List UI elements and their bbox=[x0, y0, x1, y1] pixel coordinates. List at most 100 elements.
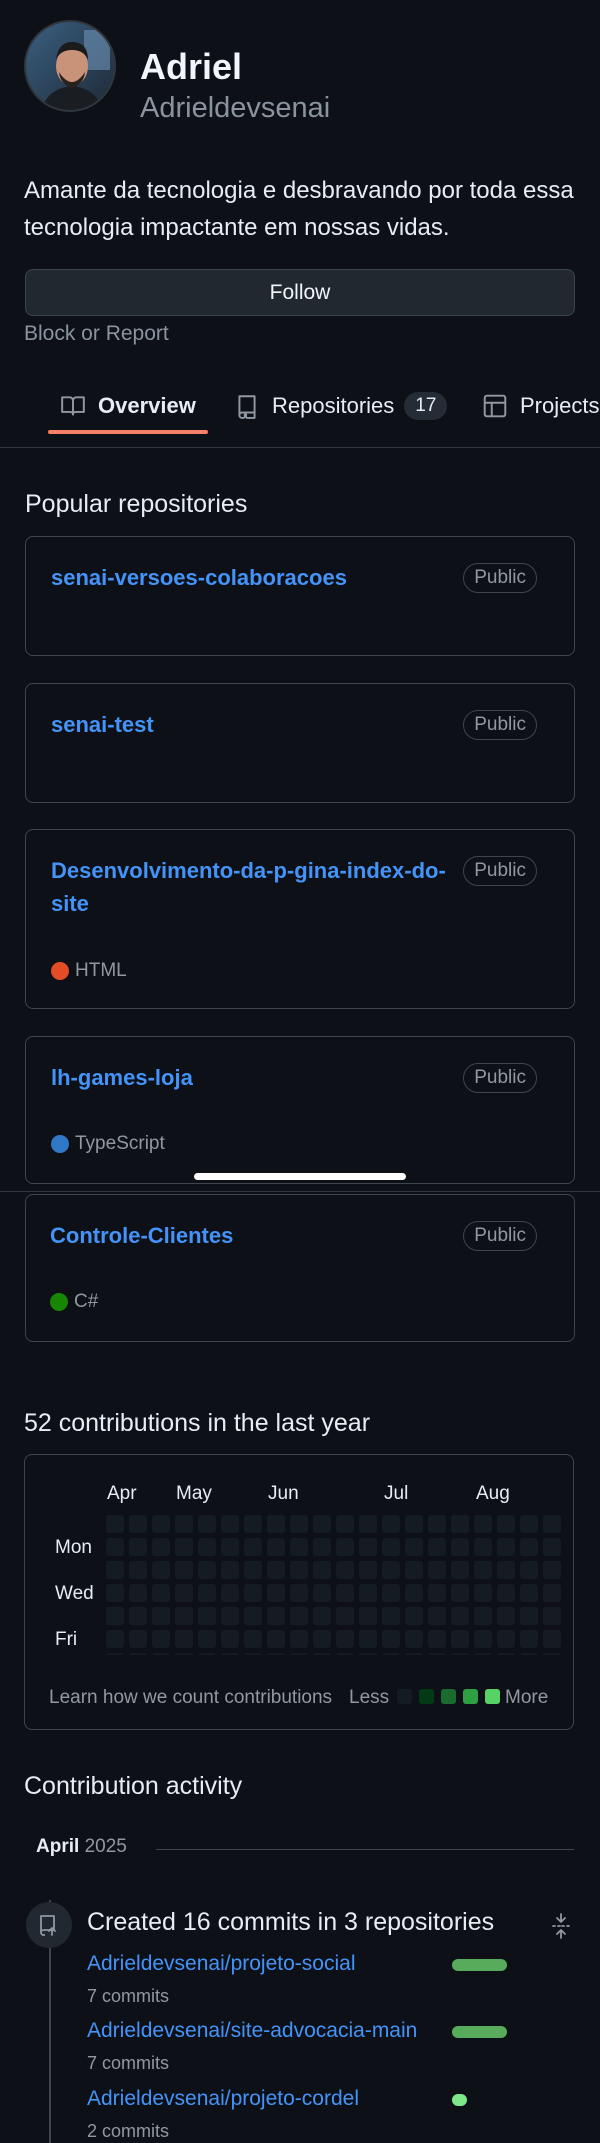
collapse-icon[interactable] bbox=[548, 1912, 574, 1940]
contribution-cell bbox=[313, 1607, 331, 1625]
contribution-cell bbox=[543, 1630, 561, 1648]
contribution-cell bbox=[313, 1630, 331, 1648]
contribution-cell bbox=[382, 1538, 400, 1556]
contribution-cell bbox=[336, 1561, 354, 1579]
activity-commit-count[interactable]: 7 commits bbox=[87, 2053, 169, 2074]
contribution-cell bbox=[290, 1607, 308, 1625]
contribution-cell bbox=[198, 1584, 216, 1602]
profile-bio: Amante da tecnologia e desbravando por t… bbox=[24, 177, 574, 241]
contribution-cell bbox=[244, 1630, 262, 1648]
repo-link[interactable]: senai-test bbox=[51, 708, 471, 741]
contribution-cell bbox=[244, 1653, 262, 1655]
contribution-cells bbox=[106, 1515, 571, 1655]
contribution-cell bbox=[497, 1561, 515, 1579]
repositories-count-badge: 17 bbox=[404, 392, 448, 420]
contribution-cell bbox=[497, 1515, 515, 1533]
contribution-cell bbox=[520, 1515, 538, 1533]
commit-share-bar bbox=[452, 2026, 507, 2038]
language-color-dot bbox=[51, 962, 69, 980]
contribution-cell bbox=[382, 1630, 400, 1648]
commit-share-bar bbox=[452, 1959, 507, 1971]
activity-commit-count[interactable]: 2 commits bbox=[87, 2121, 169, 2142]
month-label: Jul bbox=[384, 1483, 409, 1504]
contribution-cell bbox=[175, 1561, 193, 1579]
contribution-cell bbox=[198, 1653, 216, 1655]
contribution-cell bbox=[152, 1653, 170, 1655]
contribution-graph: Apr May Jun Jul Aug Mon Wed Fri Learn ho… bbox=[24, 1454, 574, 1730]
contribution-cell bbox=[428, 1607, 446, 1625]
contribution-cell bbox=[290, 1584, 308, 1602]
contribution-cell bbox=[106, 1630, 124, 1648]
contribution-cell bbox=[290, 1515, 308, 1533]
tab-overview[interactable]: Overview bbox=[60, 386, 196, 426]
contribution-cell bbox=[313, 1515, 331, 1533]
overlay-divider bbox=[0, 1191, 600, 1192]
activity-repo-link[interactable]: Adrieldevsenai/site-advocacia-main bbox=[87, 2019, 417, 2043]
contribution-cell bbox=[221, 1630, 239, 1648]
activity-repo-link[interactable]: Adrieldevsenai/projeto-cordel bbox=[87, 2087, 359, 2111]
table-icon bbox=[483, 394, 507, 418]
contribution-cell bbox=[129, 1538, 147, 1556]
contribution-cell bbox=[451, 1607, 469, 1625]
contribution-cell bbox=[290, 1561, 308, 1579]
month-label: Jun bbox=[268, 1483, 299, 1504]
contribution-cell bbox=[290, 1630, 308, 1648]
contribution-cell bbox=[313, 1538, 331, 1556]
contribution-cell bbox=[106, 1584, 124, 1602]
contribution-cell bbox=[451, 1584, 469, 1602]
repo-link[interactable]: Desenvolvimento-da-p-gina-index-do-site bbox=[51, 854, 451, 920]
legend-cell bbox=[441, 1689, 456, 1704]
activity-repo-link[interactable]: Adrieldevsenai/projeto-social bbox=[87, 1952, 355, 1976]
contribution-cell bbox=[129, 1515, 147, 1533]
contribution-cell bbox=[198, 1561, 216, 1579]
day-label: Wed bbox=[55, 1583, 94, 1604]
profile-login: Adrieldevsenai bbox=[140, 92, 331, 124]
language-label: TypeScript bbox=[75, 1133, 165, 1154]
visibility-badge: Public bbox=[463, 1063, 537, 1093]
contribution-cell bbox=[520, 1584, 538, 1602]
contribution-cell bbox=[336, 1630, 354, 1648]
contribution-cell bbox=[359, 1653, 377, 1655]
contribution-cell bbox=[451, 1538, 469, 1556]
contribution-cell bbox=[359, 1538, 377, 1556]
repo-link[interactable]: senai-versoes-colaboracoes bbox=[51, 561, 471, 594]
contribution-cell bbox=[405, 1538, 423, 1556]
repo-language: C# bbox=[50, 1291, 98, 1313]
tab-projects[interactable]: Projects bbox=[482, 386, 599, 426]
contribution-cell bbox=[543, 1538, 561, 1556]
contribution-cell bbox=[405, 1561, 423, 1579]
contribution-cell bbox=[152, 1607, 170, 1625]
contribution-cell bbox=[428, 1653, 446, 1655]
repo-card: Desenvolvimento-da-p-gina-index-do-site … bbox=[25, 829, 575, 1009]
block-or-report-link[interactable]: Block or Report bbox=[24, 322, 169, 346]
contribution-cell bbox=[313, 1653, 331, 1655]
legend-cell bbox=[397, 1689, 412, 1704]
language-color-dot bbox=[51, 1135, 69, 1153]
contribution-cell bbox=[152, 1515, 170, 1533]
repo-card: senai-test Public bbox=[25, 683, 575, 803]
contribution-activity-title: Contribution activity bbox=[24, 1772, 243, 1800]
visibility-badge: Public bbox=[463, 1221, 537, 1251]
tab-repositories[interactable]: Repositories 17 bbox=[234, 386, 448, 426]
contribution-cell bbox=[198, 1538, 216, 1556]
contribution-cell bbox=[129, 1630, 147, 1648]
learn-contributions-link[interactable]: Learn how we count contributions bbox=[49, 1687, 332, 1709]
contribution-cell bbox=[428, 1584, 446, 1602]
follow-button[interactable]: Follow bbox=[25, 269, 575, 316]
contribution-cell bbox=[221, 1653, 239, 1655]
contribution-cell bbox=[106, 1607, 124, 1625]
avatar[interactable] bbox=[24, 20, 116, 112]
tabs-divider bbox=[0, 447, 600, 448]
language-label: HTML bbox=[75, 960, 127, 981]
contribution-cell bbox=[336, 1607, 354, 1625]
contribution-cell bbox=[497, 1607, 515, 1625]
legend-cell bbox=[463, 1689, 478, 1704]
contribution-cell bbox=[543, 1561, 561, 1579]
activity-commit-count[interactable]: 7 commits bbox=[87, 1986, 169, 2007]
contribution-cell bbox=[129, 1607, 147, 1625]
contribution-cell bbox=[152, 1538, 170, 1556]
repo-link[interactable]: lh-games-loja bbox=[51, 1061, 471, 1094]
contribution-cell bbox=[313, 1561, 331, 1579]
contribution-cell bbox=[359, 1515, 377, 1533]
repo-link[interactable]: Controle-Clientes bbox=[50, 1219, 470, 1252]
